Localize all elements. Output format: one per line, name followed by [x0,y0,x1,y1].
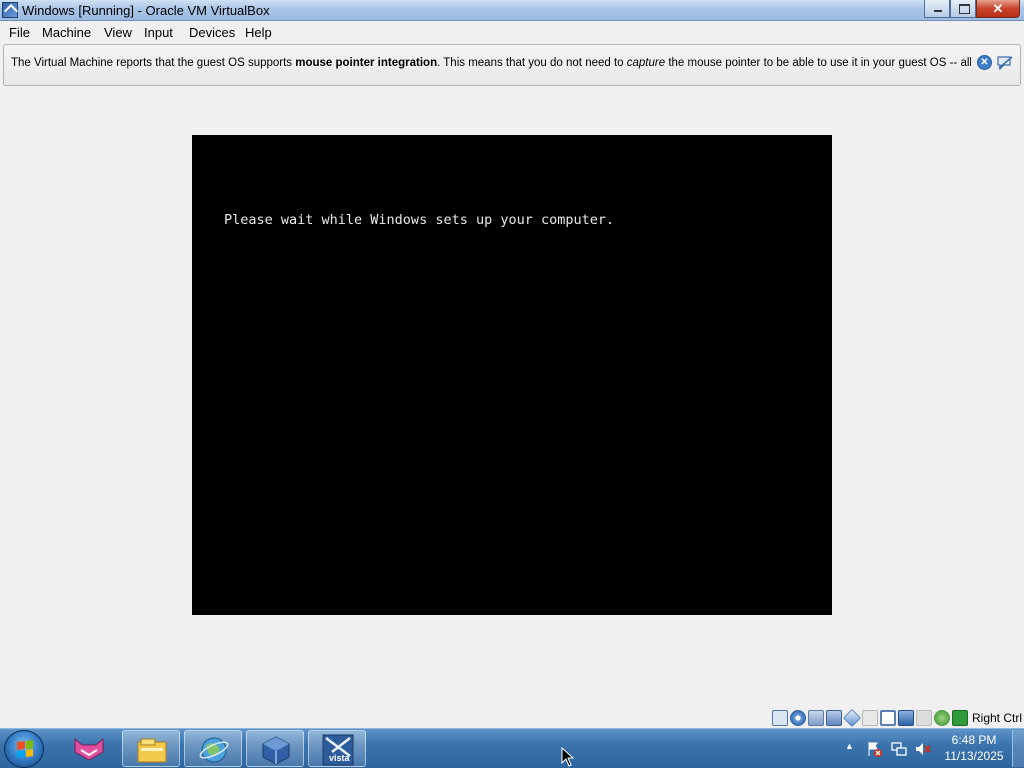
menu-input[interactable]: Input [144,25,173,40]
host-key-label[interactable]: Right Ctrl [972,711,1022,725]
video-capture-icon[interactable] [897,710,914,726]
vista-label: vista [329,753,350,763]
menu-machine[interactable]: Machine [42,25,91,40]
network-tray-icon[interactable] [891,741,907,757]
virtualbox-app-icon [2,2,18,18]
status-bar: Right Ctrl [771,708,1022,728]
title-bar[interactable]: Windows [Running] - Oracle VM VirtualBox… [0,0,1024,21]
volume-muted-icon[interactable] [915,741,931,757]
close-icon: ✕ [992,1,1004,16]
notification-bold-text: mouse pointer integration [295,57,438,69]
cpu-icon[interactable] [951,710,968,726]
vm-display[interactable]: Please wait while Windows sets up your c… [192,135,832,615]
windows-logo-icon [17,740,33,758]
window-title: Windows [Running] - Oracle VM VirtualBox [22,3,270,18]
clock-time: 6:48 PM [951,733,997,747]
notification-mute-icon[interactable] [996,55,1014,71]
vpn-app-icon [74,737,104,761]
menu-help[interactable]: Help [245,25,272,40]
show-desktop-button[interactable] [1012,730,1024,767]
notification-text-2: . This means that you do not need to [437,57,627,69]
virtualbox-icon [262,736,290,765]
taskbar: vista ▲ 6:48 PM 11/13/2025 [0,728,1024,768]
notification-text-3: the mouse pointer to be able to use it i… [668,57,971,69]
maximize-button[interactable] [950,0,976,18]
virtualbox-taskbar-button[interactable] [246,730,304,767]
display-icon[interactable] [879,710,896,726]
notification-message: The Virtual Machine reports that the gue… [11,57,971,69]
notification-banner: The Virtual Machine reports that the gue… [3,44,1021,86]
hard-disk-icon[interactable] [771,710,788,726]
file-explorer-icon [137,738,167,763]
mouse-integration-icon[interactable] [933,710,950,726]
menu-bar: File Machine View Input Devices Help [0,21,1024,43]
recording-icon[interactable] [915,710,932,726]
notification-text-1: The Virtual Machine reports that the gue… [11,57,296,69]
start-button[interactable] [4,730,44,768]
minimize-button[interactable] [924,0,950,18]
notification-close-icon[interactable]: ✕ [977,55,992,70]
notification-italic-text: capture [626,57,666,69]
vm-setup-message: Please wait while Windows sets up your c… [224,212,615,228]
menu-view[interactable]: View [104,25,132,40]
vista-vm-taskbar-button[interactable]: vista [308,730,366,767]
system-clock[interactable]: 6:48 PM 11/13/2025 [936,732,1012,764]
menu-file[interactable]: File [9,25,30,40]
audio-icon[interactable] [807,710,824,726]
window-controls: ✕ [924,0,1020,19]
usb-icon[interactable] [842,708,862,728]
vpn-app-button[interactable] [60,730,118,767]
tray-expand-icon[interactable]: ▲ [845,741,854,751]
network-icon[interactable] [825,710,842,726]
optical-drive-icon[interactable] [789,710,806,726]
file-explorer-button[interactable] [122,730,180,767]
browser-icon [199,737,229,763]
browser-button[interactable] [184,730,242,767]
mouse-cursor-icon [561,747,574,767]
menu-devices[interactable]: Devices [189,25,235,40]
clock-date: 11/13/2025 [944,749,1004,763]
shared-folders-icon[interactable] [861,710,878,726]
close-button[interactable]: ✕ [976,0,1020,18]
action-center-flag-icon[interactable] [866,741,882,757]
